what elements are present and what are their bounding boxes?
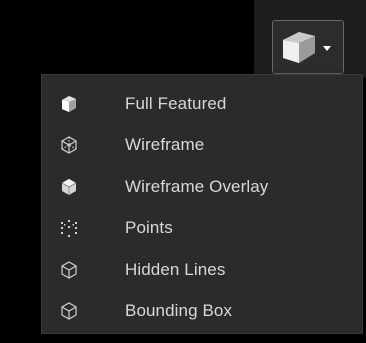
menu-item-points[interactable]: Points	[42, 208, 362, 250]
menu-item-full-featured[interactable]: Full Featured	[42, 83, 362, 125]
render-mode-menu: Full Featured Wireframe Wireframe Overla…	[41, 74, 363, 334]
menu-item-hidden-lines[interactable]: Hidden Lines	[42, 249, 362, 291]
viewport-canvas[interactable]: Full Featured Wireframe Wireframe Overla…	[0, 0, 366, 343]
menu-item-label: Bounding Box	[125, 301, 233, 321]
render-mode-button[interactable]	[272, 20, 344, 74]
bounding-box-icon	[61, 302, 77, 320]
menu-item-wireframe[interactable]: Wireframe	[42, 125, 362, 167]
menu-item-bounding-box[interactable]: Bounding Box	[42, 291, 362, 333]
solid-cube-icon	[283, 32, 315, 63]
menu-item-wireframe-overlay[interactable]: Wireframe Overlay	[42, 166, 362, 208]
caret-down-icon	[323, 46, 331, 51]
points-cube-icon	[61, 220, 77, 238]
solid-cube-icon	[62, 95, 76, 112]
hidden-lines-cube-icon	[61, 261, 77, 279]
wireframe-overlay-cube-icon	[61, 178, 77, 195]
menu-item-label: Wireframe Overlay	[125, 176, 269, 196]
menu-item-label: Hidden Lines	[125, 259, 226, 279]
menu-item-label: Points	[125, 218, 173, 238]
menu-item-label: Full Featured	[125, 93, 227, 113]
wireframe-cube-icon	[61, 136, 77, 154]
menu-item-label: Wireframe	[125, 135, 205, 155]
